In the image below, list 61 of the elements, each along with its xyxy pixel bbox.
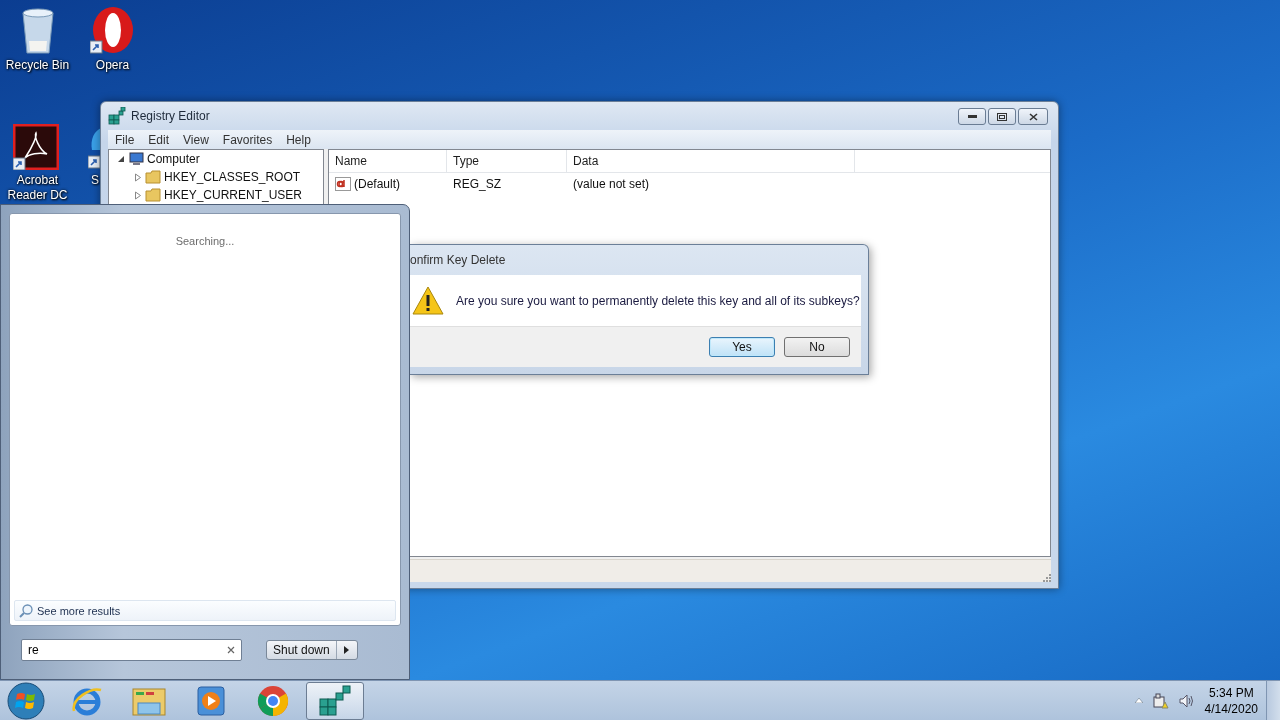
clock-time[interactable]: 5:34 PM	[1208, 684, 1254, 701]
icon-label[interactable]: Acrobat Reader DC	[0, 173, 75, 203]
chrome-icon	[257, 684, 289, 717]
close-icon	[1028, 112, 1038, 121]
expand-arrow-icon[interactable]	[134, 172, 142, 182]
column-header[interactable]: Type	[447, 150, 567, 172]
table-cell-text: (value not set)	[572, 177, 651, 191]
search-status: Searching...	[175, 235, 235, 247]
volume-icon[interactable]	[1178, 693, 1195, 708]
dialog-title: onfirm Key Delete	[410, 252, 507, 269]
warning-icon	[412, 286, 444, 315]
registry-icon	[108, 107, 126, 125]
show-hidden-icons-icon[interactable]	[1134, 698, 1143, 703]
clear-icon[interactable]	[227, 645, 235, 654]
windows-logo-icon	[7, 681, 45, 720]
menu-item[interactable]: File	[108, 132, 142, 147]
maximize-button[interactable]	[988, 108, 1016, 125]
window-title: Registry Editor	[131, 109, 211, 123]
see-more-results-link[interactable]: See more results	[14, 600, 396, 621]
folder-icon	[145, 170, 161, 184]
menu-item[interactable]: Edit	[141, 132, 177, 147]
string-value-icon	[335, 177, 351, 191]
computer-icon	[128, 152, 144, 166]
collapse-arrow-icon[interactable]	[117, 155, 125, 163]
shut-down-button[interactable]: Shut down	[266, 639, 358, 660]
dialog-button[interactable]: Yes	[709, 337, 775, 357]
menu-item[interactable]: Favorites	[215, 132, 280, 147]
network-warning-icon[interactable]	[1152, 692, 1169, 709]
search-icon	[19, 603, 33, 618]
arrow-icon	[344, 645, 350, 654]
menu-item[interactable]: View	[176, 132, 216, 147]
clock-date[interactable]: 4/14/2020	[1204, 700, 1258, 717]
icon-label[interactable]: S	[91, 173, 99, 188]
taskbar-button[interactable]	[306, 681, 364, 720]
column-header[interactable]: Name	[329, 150, 447, 172]
restore-icon	[997, 112, 1007, 121]
minimize-button[interactable]	[958, 108, 986, 125]
minimize-icon	[967, 115, 977, 118]
registry-icon	[318, 684, 352, 717]
tree-item[interactable]: Computer	[147, 152, 200, 166]
show-desktop-button[interactable]	[1266, 680, 1280, 720]
icon-label[interactable]: Opera	[95, 58, 130, 73]
acrobat-icon	[12, 124, 59, 170]
table-cell-text: REG_SZ	[452, 177, 502, 191]
dialog-message: Are you sure you want to permanently delete this key and all of its subkeys?	[456, 293, 860, 308]
column-header[interactable]: Data	[567, 150, 855, 172]
icon-label[interactable]: Recycle Bin	[5, 58, 70, 73]
folder-icon	[145, 188, 161, 202]
media-player-icon	[197, 685, 225, 716]
tree-item[interactable]: HKEY_CURRENT_USER	[164, 188, 303, 202]
dialog-button[interactable]: No	[784, 337, 850, 357]
start-button[interactable]	[4, 681, 48, 720]
menu-item[interactable]: Help	[279, 132, 318, 147]
search-field[interactable]: re	[21, 638, 242, 661]
expand-arrow-icon[interactable]	[134, 190, 142, 200]
close-button[interactable]	[1018, 108, 1048, 125]
folder-icon	[132, 685, 166, 716]
table-cell: (Default)	[354, 177, 400, 191]
resize-grip-icon[interactable]	[1041, 572, 1051, 582]
tree-item[interactable]: HKEY_CLASSES_ROOT	[164, 170, 301, 184]
opera-icon	[89, 5, 136, 55]
